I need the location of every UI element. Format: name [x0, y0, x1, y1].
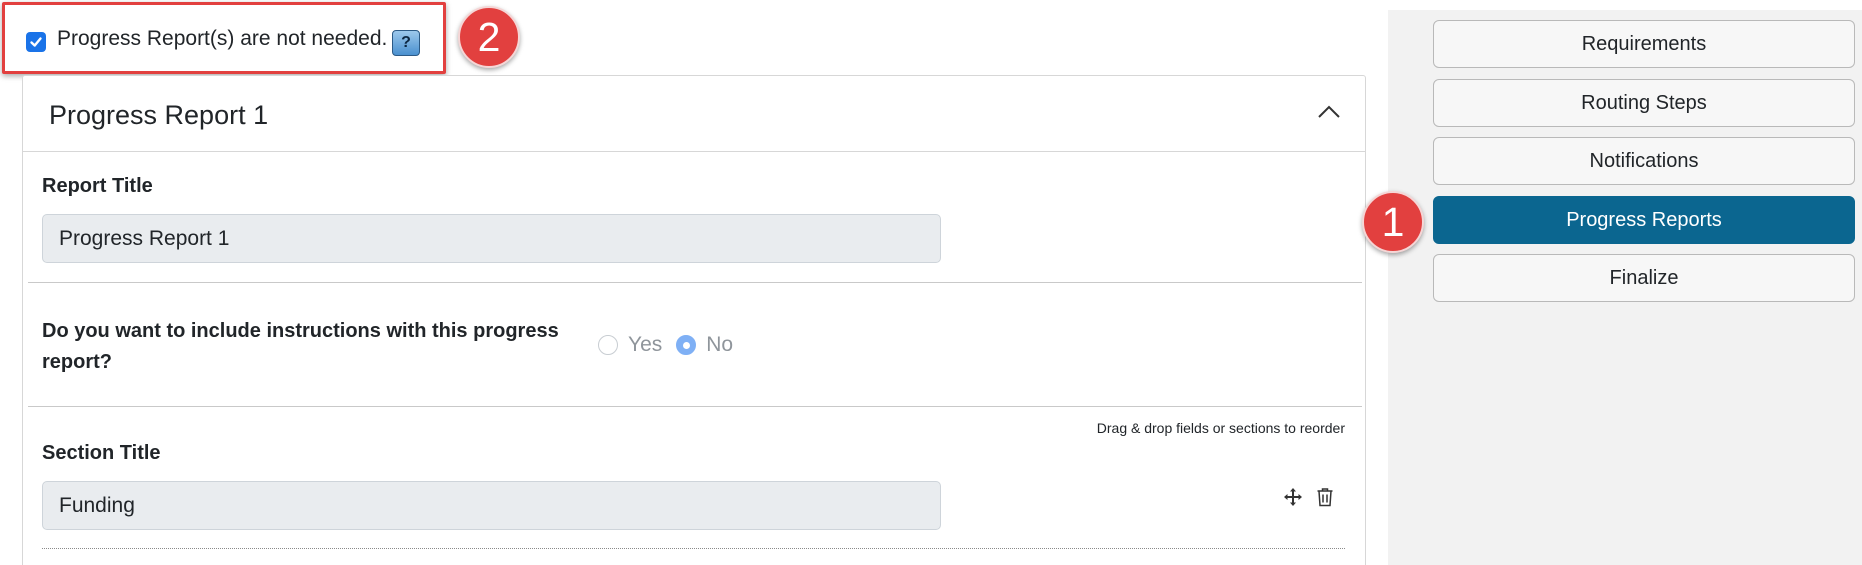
- notifications-button[interactable]: Notifications: [1433, 137, 1855, 185]
- radio-yes-label[interactable]: Yes: [628, 333, 662, 357]
- radio-no[interactable]: [676, 335, 697, 355]
- not-needed-callout-box: Progress Report(s) are not needed. ?: [2, 2, 446, 74]
- not-needed-label[interactable]: Progress Report(s) are not needed.: [57, 27, 387, 51]
- checkmark-icon: [30, 37, 42, 47]
- instructions-radio-group: Yes No: [598, 333, 747, 357]
- radio-no-label[interactable]: No: [706, 333, 733, 357]
- move-icon[interactable]: [1283, 487, 1303, 507]
- routing-steps-button[interactable]: Routing Steps: [1433, 79, 1855, 127]
- help-icon[interactable]: ?: [392, 30, 420, 56]
- report-title-field[interactable]: Progress Report 1: [42, 214, 941, 263]
- section-title-label: Section Title: [42, 442, 161, 464]
- section-divider: [42, 548, 1345, 549]
- radio-yes[interactable]: [598, 335, 618, 355]
- progress-report-card: Progress Report 1 Report Title Progress …: [22, 75, 1366, 565]
- card-header[interactable]: Progress Report 1: [23, 76, 1365, 152]
- progress-reports-button[interactable]: Progress Reports: [1433, 196, 1855, 244]
- card-title: Progress Report 1: [49, 100, 269, 130]
- divider: [28, 282, 1362, 283]
- divider: [28, 406, 1362, 407]
- trash-icon[interactable]: [1316, 487, 1334, 507]
- not-needed-checkbox[interactable]: [26, 32, 46, 52]
- instructions-question: Do you want to include instructions with…: [42, 320, 559, 373]
- requirements-button[interactable]: Requirements: [1433, 20, 1855, 68]
- callout-badge-1: 1: [1362, 191, 1424, 253]
- callout-badge-2: 2: [458, 6, 520, 68]
- section-title-field[interactable]: Funding: [42, 481, 941, 530]
- reorder-hint: Drag & drop fields or sections to reorde…: [1096, 420, 1345, 436]
- report-title-label: Report Title: [42, 175, 153, 197]
- finalize-button[interactable]: Finalize: [1433, 254, 1855, 302]
- chevron-up-icon[interactable]: [1317, 104, 1341, 120]
- workflow-sidebar: Requirements Routing Steps Notifications…: [1388, 10, 1862, 565]
